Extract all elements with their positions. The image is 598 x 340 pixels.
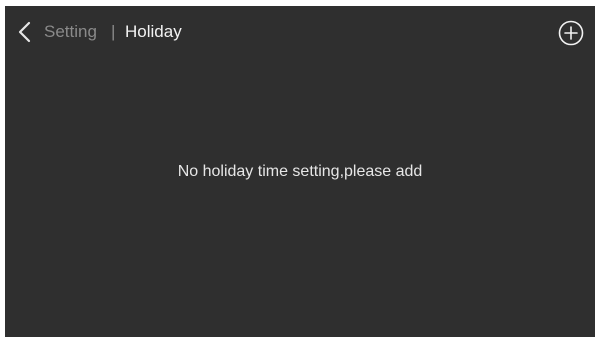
breadcrumb-separator: | [111,22,116,41]
circle-plus-icon [558,20,584,46]
header-bar: Setting | Holiday [5,6,595,58]
page-title: Holiday [125,22,182,41]
add-holiday-button[interactable] [558,20,584,46]
holiday-screen: Setting | Holiday No holiday time settin… [5,6,595,337]
breadcrumb-parent-setting[interactable]: Setting [44,22,97,42]
empty-state-message: No holiday time setting,please add [177,163,423,180]
back-button[interactable] [15,19,35,45]
chevron-left-icon [18,21,31,43]
